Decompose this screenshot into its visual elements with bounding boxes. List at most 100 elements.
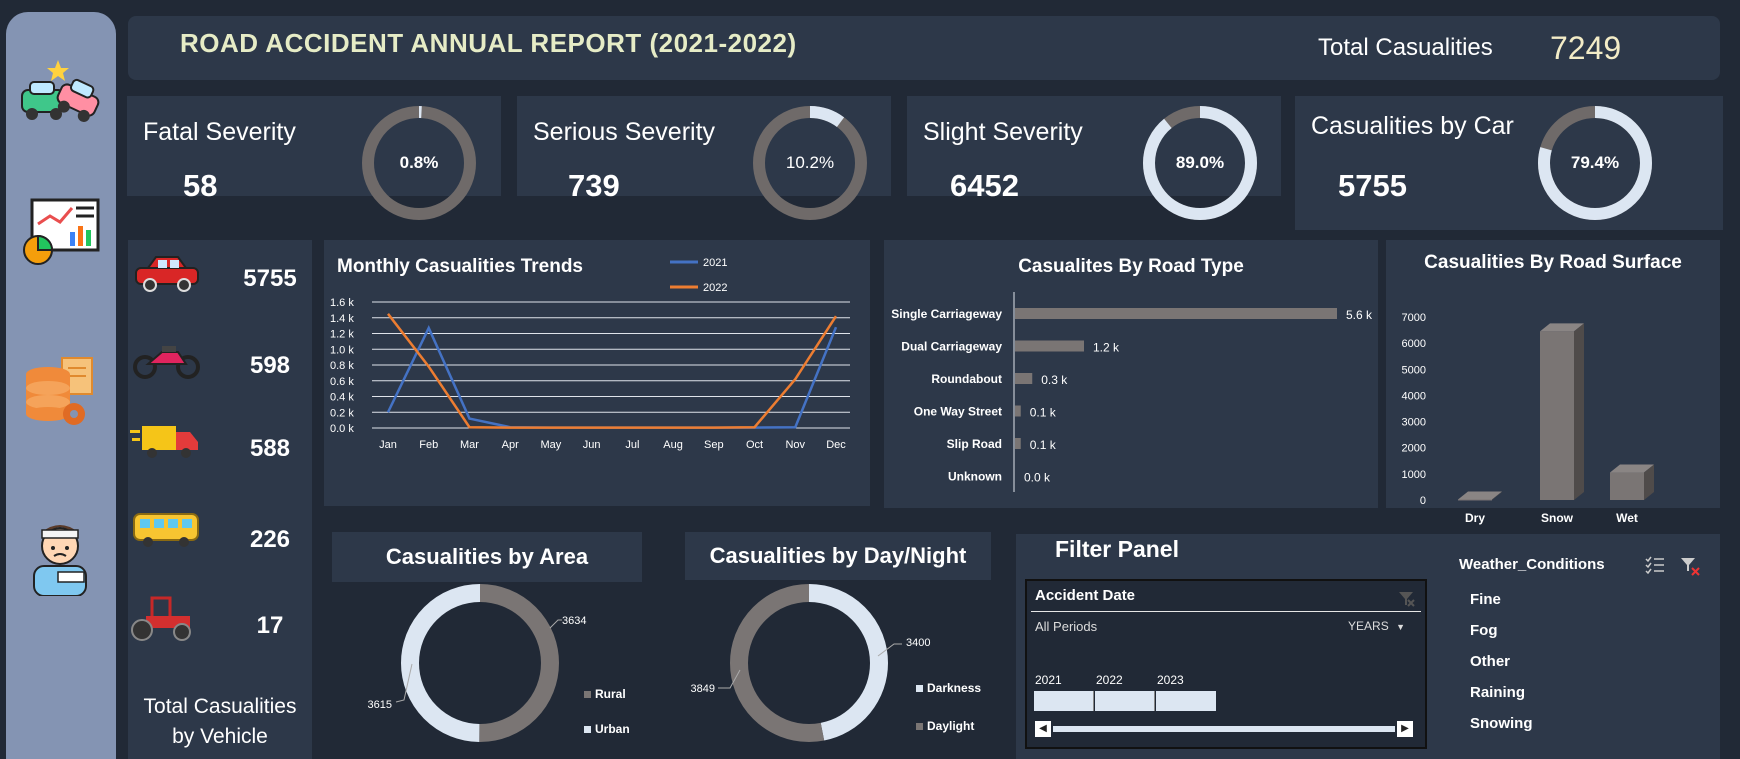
y-tick-label: 4000 xyxy=(1402,390,1426,402)
daynight-title: Casualities by Day/Night xyxy=(685,532,991,580)
vehicle-value-bus: 226 xyxy=(249,526,291,553)
car-icon xyxy=(135,256,199,292)
timeline-year-2023: 2023 xyxy=(1157,673,1184,687)
bar xyxy=(1015,405,1021,417)
timeline-bar-2021[interactable] xyxy=(1034,691,1094,711)
x-tick-label: Dec xyxy=(826,439,846,451)
y-tick-label: 3000 xyxy=(1402,417,1426,429)
y-tick-label: 5000 xyxy=(1402,364,1426,376)
timeline-title: Accident Date xyxy=(1035,587,1136,604)
kpi-pct-slight: 89.0% xyxy=(1176,153,1224,172)
timeline-period-dropdown[interactable]: YEARS ▼ xyxy=(1348,619,1405,633)
bar-face xyxy=(1458,499,1492,501)
vehicle-value-tractor: 17 xyxy=(256,612,284,639)
bar xyxy=(1015,438,1021,449)
road-type-chart: Single Carriageway 5.6 k Dual Carriageway 1… xyxy=(891,292,1373,492)
scroll-left-button[interactable]: ◀ xyxy=(1035,721,1051,737)
x-tick-label: Oct xyxy=(746,439,763,451)
category-label: One Way Street xyxy=(914,405,1002,419)
kpi-label-serious: Serious Severity xyxy=(533,118,716,146)
timeline-scrollbar[interactable]: ◀ ▶ xyxy=(1035,721,1413,737)
x-tick-label: Feb xyxy=(419,439,438,451)
vehicle-caption: Total Casualities by Vehicle xyxy=(128,692,312,752)
motorcycle-icon xyxy=(133,346,200,379)
kpi-value-car: 5755 xyxy=(1338,168,1407,203)
x-tick-label: May xyxy=(541,439,562,451)
vehicle-caption-line1: Total Casualities xyxy=(143,695,297,718)
kpi-donut-fatal: 0.8% xyxy=(362,106,476,220)
y-tick-label: 7000 xyxy=(1402,312,1426,324)
weather-option-fog[interactable]: Fog xyxy=(1470,622,1498,639)
weather-slicer-title: Weather_Conditions xyxy=(1459,556,1605,573)
legend-label: Darkness xyxy=(927,681,981,695)
timeline-bar-2022[interactable] xyxy=(1095,691,1155,711)
data-label: 5.6 k xyxy=(1346,308,1373,322)
data-label: 0.3 k xyxy=(1041,373,1068,387)
data-label: 3634 xyxy=(562,615,586,627)
kpi-donut-car: 79.4% xyxy=(1538,106,1652,220)
clear-filter-icon[interactable] xyxy=(1397,589,1415,607)
legend-swatch xyxy=(584,691,591,698)
car-crash-icon[interactable] xyxy=(18,50,102,134)
weather-option-raining[interactable]: Raining xyxy=(1470,684,1525,701)
kpi-label-slight: Slight Severity xyxy=(923,118,1083,146)
y-tick-label: 1000 xyxy=(1402,469,1426,481)
kpi-value-fatal: 58 xyxy=(183,168,218,203)
category-label: Dual Carriageway xyxy=(901,340,1002,354)
area-title: Casualities by Area xyxy=(332,532,642,582)
page-title: ROAD ACCIDENT ANNUAL REPORT (2021-2022) xyxy=(180,28,797,58)
legend-label: Daylight xyxy=(927,719,974,733)
bar xyxy=(1015,340,1084,352)
x-tick-label: Sep xyxy=(704,439,724,451)
filter-panel-title: Filter Panel xyxy=(1055,536,1179,562)
leader-line xyxy=(549,619,562,629)
timeline-year-2021: 2021 xyxy=(1035,673,1062,687)
y-tick-label: 0.8 k xyxy=(330,360,354,372)
area-donut-chart: 3634 3615 Rural Urban xyxy=(368,584,630,742)
data-label: 0.1 k xyxy=(1030,438,1057,452)
weather-option-snowing[interactable]: Snowing xyxy=(1470,715,1533,732)
kpi-pct-serious: 10.2% xyxy=(786,153,834,172)
series-line-2022 xyxy=(387,313,838,429)
legend-label: Urban xyxy=(595,722,630,736)
y-tick-label: 1.2 k xyxy=(330,329,354,341)
tractor-icon xyxy=(131,596,191,641)
weather-option-other[interactable]: Other xyxy=(1470,653,1510,670)
timeline-bar-2023[interactable] xyxy=(1156,691,1216,711)
x-tick-label: Dry xyxy=(1465,511,1485,525)
multi-select-icon[interactable] xyxy=(1645,556,1665,574)
y-tick-label: 0.6 k xyxy=(330,376,354,388)
weather-option-fine[interactable]: Fine xyxy=(1470,591,1501,608)
database-settings-icon[interactable] xyxy=(18,352,102,436)
y-tick-label: 1.6 k xyxy=(330,297,354,309)
bar-face xyxy=(1610,472,1644,500)
scroll-right-button[interactable]: ▶ xyxy=(1397,721,1413,737)
x-tick-label: Nov xyxy=(785,439,805,451)
analytics-report-icon[interactable] xyxy=(18,194,102,278)
legend-label: Rural xyxy=(595,687,626,701)
legend-swatch xyxy=(916,685,923,692)
y-tick-label: 6000 xyxy=(1402,338,1426,350)
x-tick-label: Jun xyxy=(583,439,601,451)
scroll-track[interactable] xyxy=(1053,726,1395,732)
bar-top xyxy=(1458,491,1502,500)
daynight-donut-chart: 3400 3849 Darkness Daylight xyxy=(691,584,981,742)
timeline-period-unit: YEARS xyxy=(1348,619,1389,633)
legend-swatch xyxy=(916,723,923,730)
total-casualities-value: 7249 xyxy=(1550,30,1622,66)
vehicle-panel xyxy=(128,240,312,759)
category-label: Roundabout xyxy=(931,372,1002,386)
data-label: 0.0 k xyxy=(1024,471,1051,485)
injured-person-icon[interactable] xyxy=(18,512,102,596)
x-tick-label: Wet xyxy=(1616,511,1638,525)
x-tick-label: Jan xyxy=(379,439,397,451)
timeline-slicer[interactable]: Accident Date All Periods YEARS ▼ 2021 2… xyxy=(1025,579,1427,749)
kpi-donut-serious: 10.2% xyxy=(753,106,867,220)
x-tick-label: Apr xyxy=(502,439,519,451)
y-tick-label: 1.4 k xyxy=(330,313,354,325)
total-casualities-label: Total Casualities xyxy=(1318,34,1493,61)
bar-side xyxy=(1574,323,1584,500)
data-label: 3615 xyxy=(368,699,392,711)
clear-filter-icon[interactable] xyxy=(1680,556,1700,576)
bar-snow xyxy=(1540,323,1584,500)
